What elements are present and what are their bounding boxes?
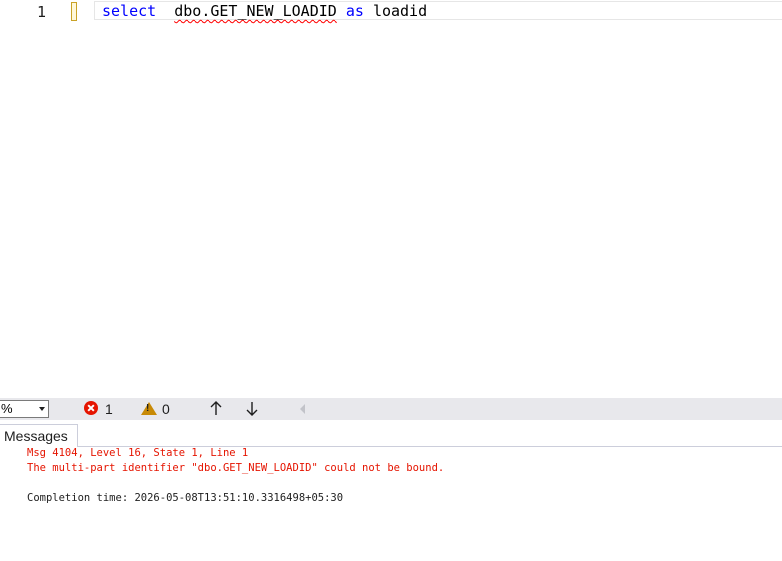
warning-icon[interactable] [141,402,157,415]
arrow-up-icon[interactable] [209,400,223,417]
zoom-select[interactable]: % [0,400,49,418]
warning-count[interactable]: 0 [162,401,170,417]
results-toolbar [0,398,782,420]
cursor-marker [71,2,77,21]
error-count[interactable]: 1 [105,401,113,417]
query-editor[interactable]: 1 select dbo.GET_NEW_LOADID as loadid [0,0,782,398]
chevron-down-icon [39,407,45,411]
zoom-value: % [1,401,13,416]
error-message-text: The multi-part identifier "dbo.GET_NEW_L… [27,462,445,474]
messages-pane[interactable]: Msg 4104, Level 16, State 1, Line 1 The … [0,447,782,561]
error-icon[interactable] [84,401,98,415]
arrow-down-icon[interactable] [245,400,259,417]
keyword-select: select [102,2,157,20]
code-line[interactable]: select dbo.GET_NEW_LOADID as loadid [102,2,427,20]
identifier-error: dbo.GET_NEW_LOADID [174,2,337,20]
keyword-as: as [345,2,364,20]
tab-messages[interactable]: Messages [0,424,78,447]
results-tabs [0,420,782,447]
alias: loadid [372,2,428,20]
error-message-header: Msg 4104, Level 16, State 1, Line 1 [27,447,249,459]
completion-time: Completion time: 2026-05-08T13:51:10.331… [27,492,344,504]
line-number: 1 [36,3,46,21]
scroll-left-icon[interactable] [300,404,305,414]
